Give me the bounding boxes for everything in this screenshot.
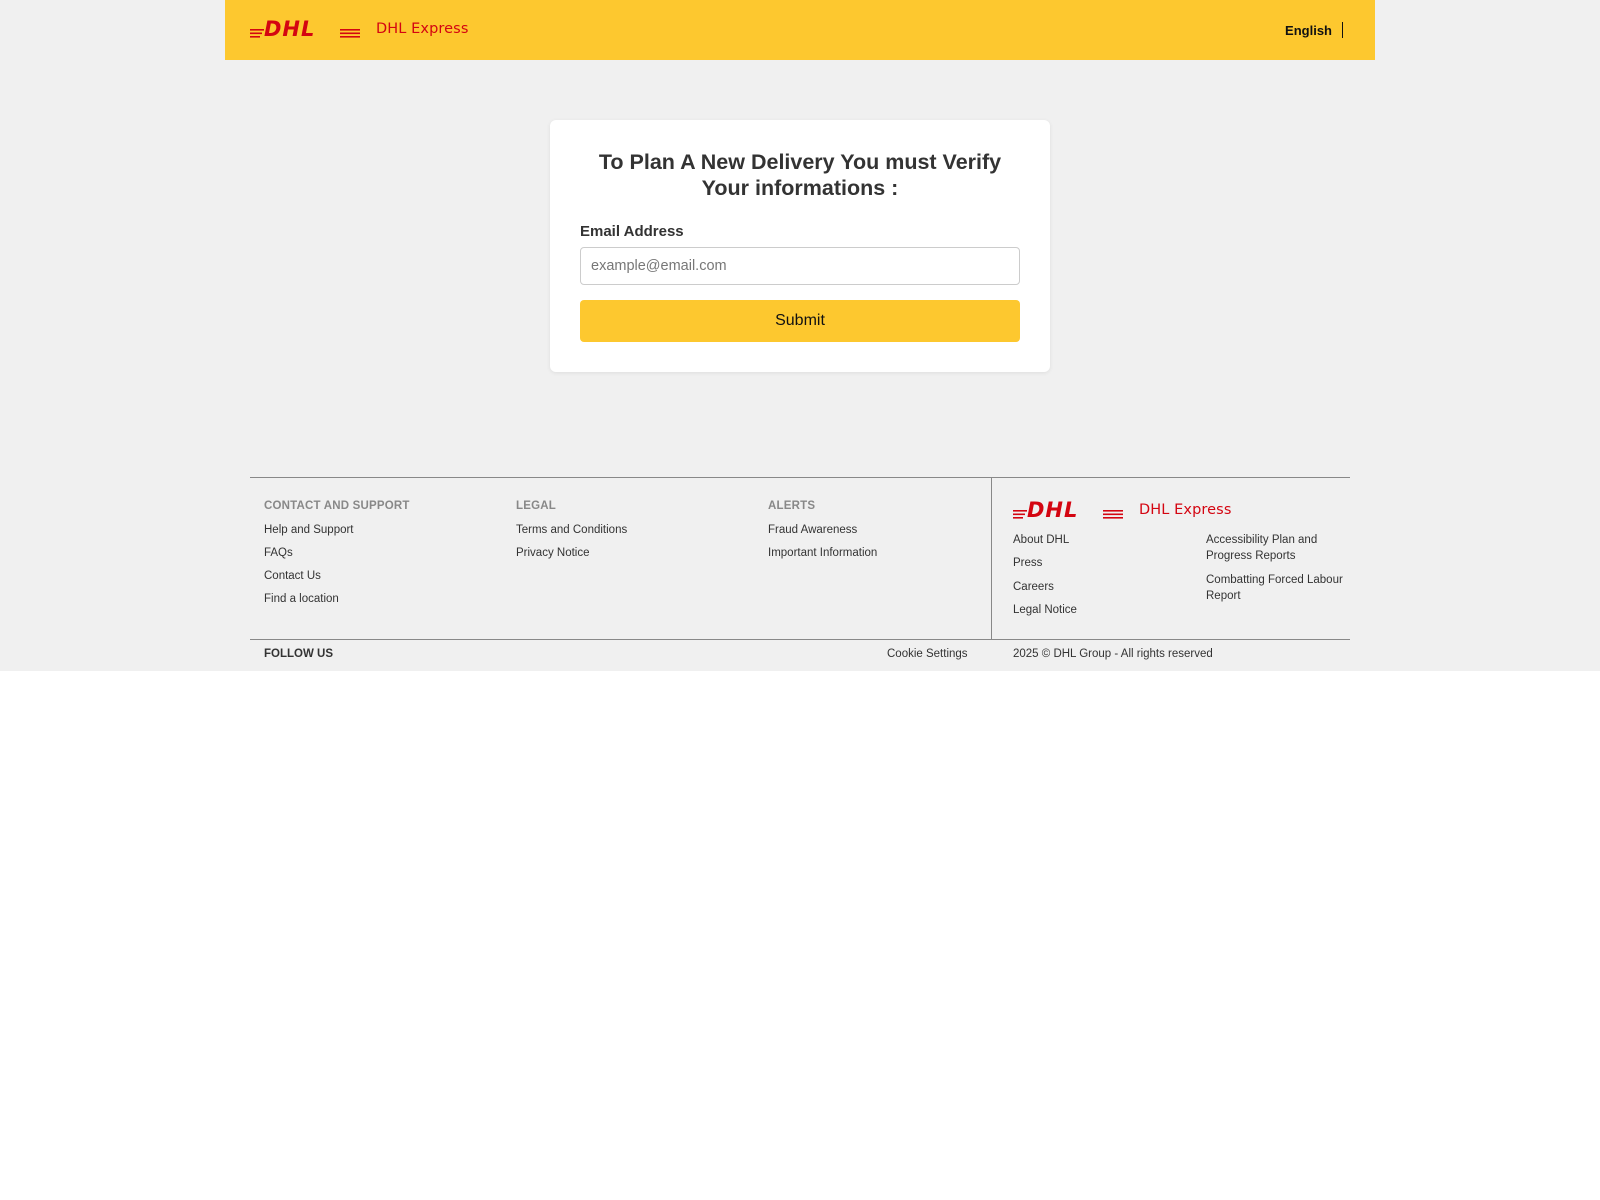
- form-title: To Plan A New Delivery You must Verify Y…: [598, 150, 1002, 200]
- verify-form-card: To Plan A New Delivery You must Verify Y…: [550, 120, 1050, 372]
- footer-link-faqs[interactable]: FAQs: [264, 546, 410, 560]
- footer-logo[interactable]: DHL DHL Express: [1013, 499, 1231, 521]
- footer-heading: CONTACT AND SUPPORT: [264, 500, 410, 512]
- cookie-settings-link[interactable]: Cookie Settings: [887, 648, 968, 660]
- email-label: Email Address: [580, 223, 684, 240]
- footer-heading: ALERTS: [768, 500, 816, 512]
- footer-link-privacy[interactable]: Privacy Notice: [516, 546, 627, 560]
- svg-text:DHL: DHL: [1027, 499, 1078, 521]
- footer-bottom-divider: [250, 639, 1350, 640]
- language-selector[interactable]: English: [1285, 23, 1332, 38]
- footer-link-about[interactable]: About DHL: [1013, 532, 1069, 548]
- footer-column-contact: CONTACT AND SUPPORT Help and Support FAQ…: [264, 500, 410, 615]
- copyright-text: 2025 © DHL Group - All rights reserved: [1013, 648, 1213, 660]
- top-header: DHL DHL Express English: [225, 0, 1375, 60]
- footer-link-forced-labour[interactable]: Combatting Forced Labour Report: [1206, 572, 1356, 604]
- svg-text:DHL: DHL: [264, 18, 315, 40]
- footer-link-press[interactable]: Press: [1013, 555, 1042, 571]
- dhl-logo-icon: DHL: [1013, 499, 1123, 521]
- footer-link-terms[interactable]: Terms and Conditions: [516, 523, 627, 537]
- footer-link-location[interactable]: Find a location: [264, 592, 410, 606]
- footer-link-legal-notice[interactable]: Legal Notice: [1013, 602, 1077, 618]
- footer-column-alerts: ALERTS Fraud Awareness Important Informa…: [768, 500, 877, 569]
- submit-button[interactable]: Submit: [580, 300, 1020, 342]
- footer-vertical-divider: [991, 477, 992, 639]
- footer-link-help[interactable]: Help and Support: [264, 523, 410, 537]
- footer-link-accessibility[interactable]: Accessibility Plan and Progress Reports: [1206, 532, 1356, 564]
- language-divider: [1342, 22, 1343, 38]
- footer-column-legal: LEGAL Terms and Conditions Privacy Notic…: [516, 500, 627, 569]
- email-field[interactable]: [580, 247, 1020, 285]
- dhl-logo-icon: DHL: [250, 18, 360, 40]
- footer-link-careers[interactable]: Careers: [1013, 579, 1054, 595]
- header-logo[interactable]: DHL DHL Express: [250, 18, 468, 40]
- footer-heading: LEGAL: [516, 500, 556, 512]
- footer-top-divider: [250, 477, 1350, 478]
- follow-us-label: FOLLOW US: [264, 648, 333, 660]
- footer-link-fraud[interactable]: Fraud Awareness: [768, 523, 877, 537]
- brand-name: DHL Express: [376, 21, 469, 37]
- footer-link-important[interactable]: Important Information: [768, 546, 877, 560]
- footer-link-contact[interactable]: Contact Us: [264, 569, 410, 583]
- brand-name: DHL Express: [1139, 502, 1232, 518]
